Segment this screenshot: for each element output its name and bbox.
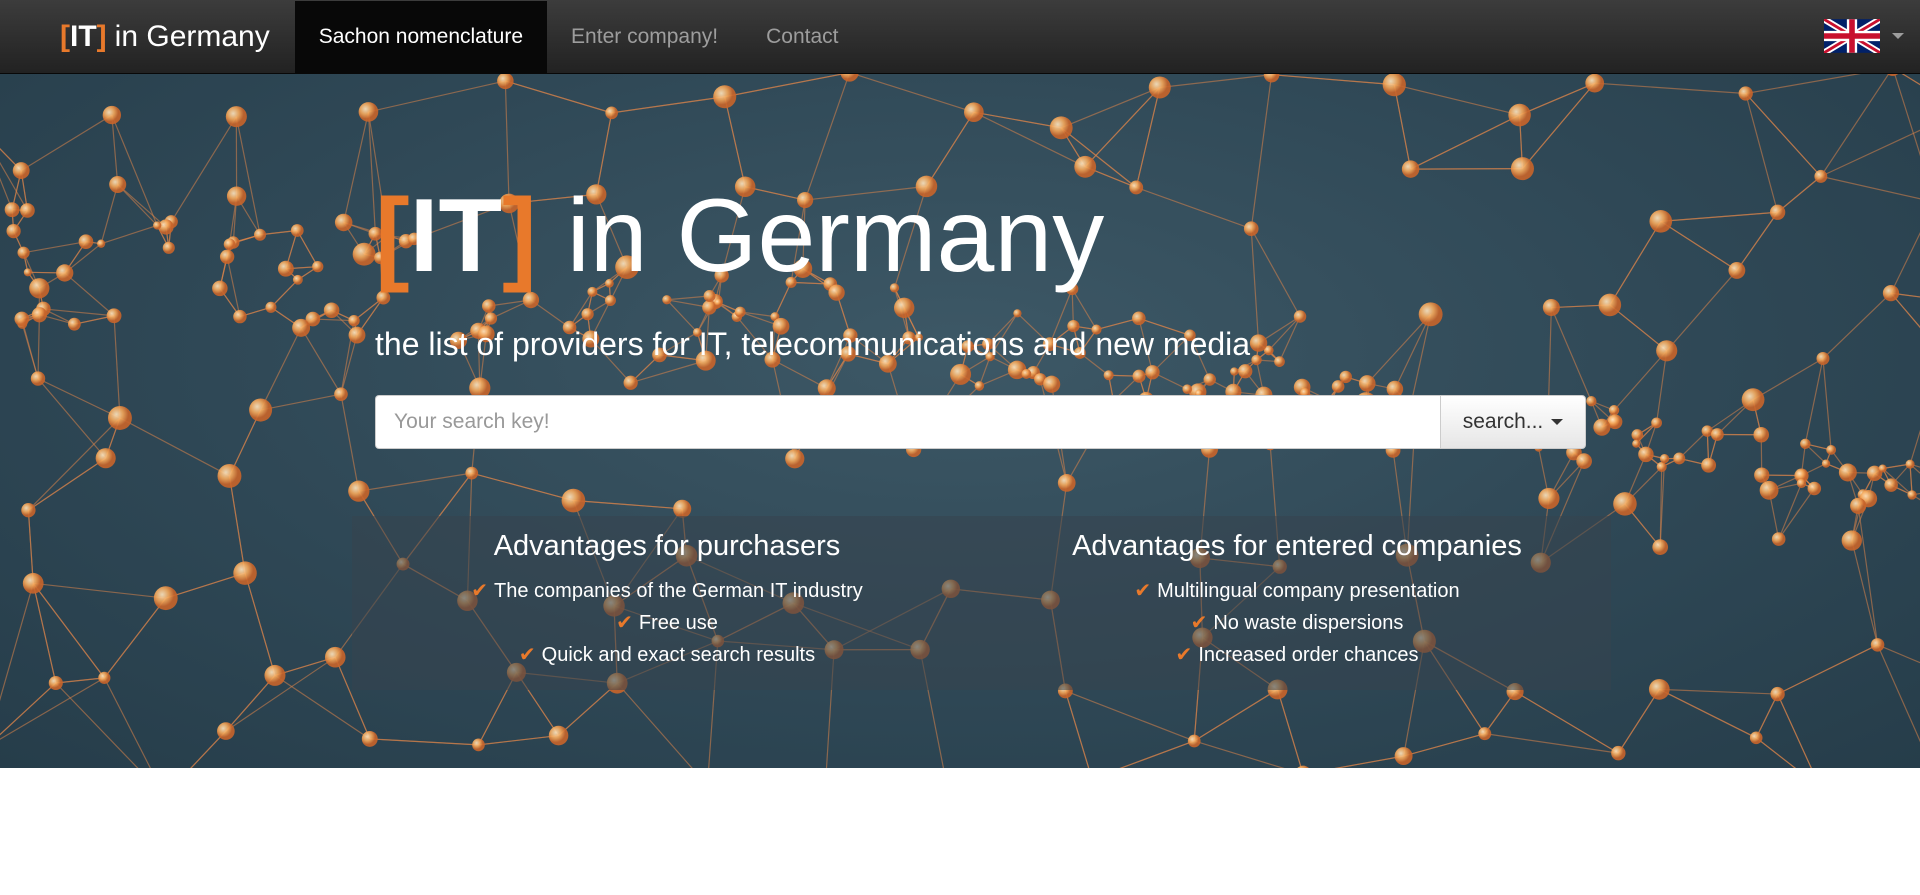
list-item-text: Free use <box>638 612 718 634</box>
list-item: ✔ The companies of the German IT industry <box>352 575 982 607</box>
brand-bracket-open: [ <box>60 19 70 53</box>
chevron-down-icon <box>1892 33 1904 39</box>
advantages-companies: Advantages for entered companies ✔ Multil… <box>982 516 1612 690</box>
check-icon: ✔ <box>616 612 633 634</box>
check-icon: ✔ <box>1175 644 1193 666</box>
advantages-panel: Advantages for purchasers ✔ The companies… <box>352 516 1611 690</box>
nav-item-enter-company[interactable]: Enter company! <box>547 1 742 73</box>
search-button[interactable]: search... <box>1440 395 1586 449</box>
brand-logo-link[interactable]: [IT] in Germany <box>0 0 295 74</box>
hero-title-text: in Germany <box>566 178 1105 294</box>
hero-title-bracket-close: ] <box>502 178 537 294</box>
nav-item-contact[interactable]: Contact <box>742 1 862 73</box>
caret-down-icon <box>1551 419 1564 425</box>
check-icon: ✔ <box>1190 612 1208 634</box>
check-icon: ✔ <box>518 644 536 666</box>
language-selector[interactable] <box>1824 0 1904 72</box>
check-icon: ✔ <box>1134 580 1152 602</box>
search-group: search... <box>375 395 1586 449</box>
list-item-text: Quick and exact search results <box>541 644 816 666</box>
hero-title-it: IT <box>409 178 503 294</box>
list-item-text: The companies of the German IT industry <box>494 580 863 602</box>
list-item-text: No waste dispersions <box>1213 612 1404 634</box>
list-item-text: Multilingual company presentation <box>1157 580 1460 602</box>
hero-subtitle: the list of providers for IT, telecommun… <box>375 326 1251 362</box>
uk-flag-icon <box>1824 19 1880 53</box>
list-item-text: Increased order chances <box>1198 644 1419 666</box>
brand-text: in Germany <box>114 19 270 53</box>
list-item: ✔ Quick and exact search results <box>352 639 982 671</box>
list-item: ✔ Multilingual company presentation <box>982 575 1612 607</box>
hero-banner: [IT] in Germany the list of providers for… <box>0 74 1920 768</box>
nav-item-sachon-nomenclature[interactable]: Sachon nomenclature <box>294 0 548 73</box>
advantages-purchasers-heading: Advantages for purchasers <box>493 530 841 562</box>
hero-title-bracket-open: [ <box>375 178 410 294</box>
advantages-purchasers-list: ✔ The companies of the German IT industry… <box>352 575 982 671</box>
list-item: ✔ No waste dispersions <box>982 607 1612 639</box>
search-input[interactable] <box>375 395 1440 449</box>
list-item: ✔ Free use <box>352 607 982 639</box>
brand-bracket-close: ] <box>96 19 107 53</box>
advantages-companies-heading: Advantages for entered companies <box>1072 530 1522 562</box>
advantages-purchasers: Advantages for purchasers ✔ The companies… <box>352 516 982 690</box>
list-item: ✔ Increased order chances <box>982 639 1612 671</box>
brand-it: IT <box>70 19 97 53</box>
search-button-label: search... <box>1462 410 1544 433</box>
advantages-companies-list: ✔ Multilingual company presentation ✔ No w… <box>982 575 1612 671</box>
hero-title: [IT] in Germany <box>375 184 1104 288</box>
check-icon: ✔ <box>471 580 489 602</box>
navbar: [IT] in Germany Sachon nomenclature Enter… <box>0 0 1920 74</box>
